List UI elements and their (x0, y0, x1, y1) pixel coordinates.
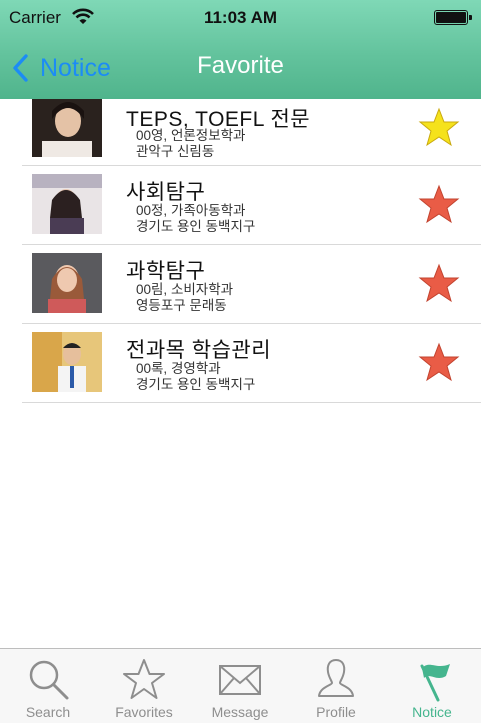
star-icon (123, 659, 165, 699)
favorites-list: TEPS, TOEFL 전문 00영, 언론정보학과 관악구 신림동 사회탐구 … (0, 99, 481, 403)
tutor-photo (32, 174, 102, 234)
page-title: Favorite (197, 52, 284, 79)
tab-favorites[interactable]: Favorites (96, 649, 192, 723)
favorite-star-icon[interactable] (418, 184, 460, 224)
tab-label: Profile (316, 704, 356, 720)
envelope-icon (219, 665, 261, 695)
tutor-location: 경기도 용인 동백지구 (136, 377, 256, 392)
tutor-name-major: 00정, 가족아동학과 (136, 203, 246, 218)
tab-label: Favorites (115, 704, 173, 720)
list-item-subtitle: 00림, 소비자학과 영등포구 문래동 (136, 282, 233, 314)
tutor-location: 영등포구 문래동 (136, 298, 227, 313)
favorite-star-icon[interactable] (418, 263, 460, 303)
tutor-name-major: 00영, 언론정보학과 (136, 128, 246, 143)
list-item-title: 과학탐구 (126, 260, 206, 283)
list-item[interactable]: 과학탐구 00림, 소비자학과 영등포구 문래동 (22, 245, 481, 324)
list-item-subtitle: 00정, 가족아동학과 경기도 용인 동백지구 (136, 203, 255, 235)
tab-label: Message (211, 704, 269, 720)
navigation-bar: Notice Favorite (0, 36, 481, 99)
list-item-title: 전과목 학습관리 (126, 339, 272, 362)
tutor-location: 경기도 용인 동백지구 (136, 219, 256, 234)
tab-bar: Search Favorites Message Profile Notice (0, 648, 481, 723)
list-item-subtitle: 00영, 언론정보학과 관악구 신림동 (136, 128, 245, 160)
favorite-star-icon[interactable] (418, 342, 460, 382)
tutor-photo (32, 253, 102, 313)
battery-icon (434, 10, 472, 25)
tutor-name-major: 00록, 경영학과 (136, 361, 221, 376)
clock: 11:03 AM (203, 8, 278, 27)
list-item[interactable]: 사회탐구 00정, 가족아동학과 경기도 용인 동백지구 (22, 166, 481, 245)
tutor-photo (32, 99, 102, 157)
tab-profile[interactable]: Profile (288, 649, 384, 723)
tab-search[interactable]: Search (0, 649, 96, 723)
search-icon (29, 660, 69, 700)
tab-message[interactable]: Message (192, 649, 288, 723)
tutor-photo (32, 332, 102, 392)
list-item-title: 사회탐구 (126, 181, 206, 204)
list-item-subtitle: 00록, 경영학과 경기도 용인 동백지구 (136, 361, 255, 393)
tutor-name-major: 00림, 소비자학과 (136, 282, 234, 297)
tab-label: Notice (412, 704, 452, 720)
tutor-location: 관악구 신림동 (136, 144, 215, 159)
header-bar: Carrier 11:03 AM Notice Favorite (0, 0, 481, 99)
flag-icon (420, 664, 450, 702)
list-item[interactable]: 전과목 학습관리 00록, 경영학과 경기도 용인 동백지구 (22, 324, 481, 403)
status-bar: Carrier 11:03 AM (0, 0, 481, 36)
tab-label: Search (25, 704, 71, 720)
list-item[interactable]: TEPS, TOEFL 전문 00영, 언론정보학과 관악구 신림동 (22, 99, 481, 166)
person-icon (318, 659, 354, 697)
tab-notice[interactable]: Notice (384, 649, 480, 723)
favorite-star-icon[interactable] (418, 107, 460, 147)
